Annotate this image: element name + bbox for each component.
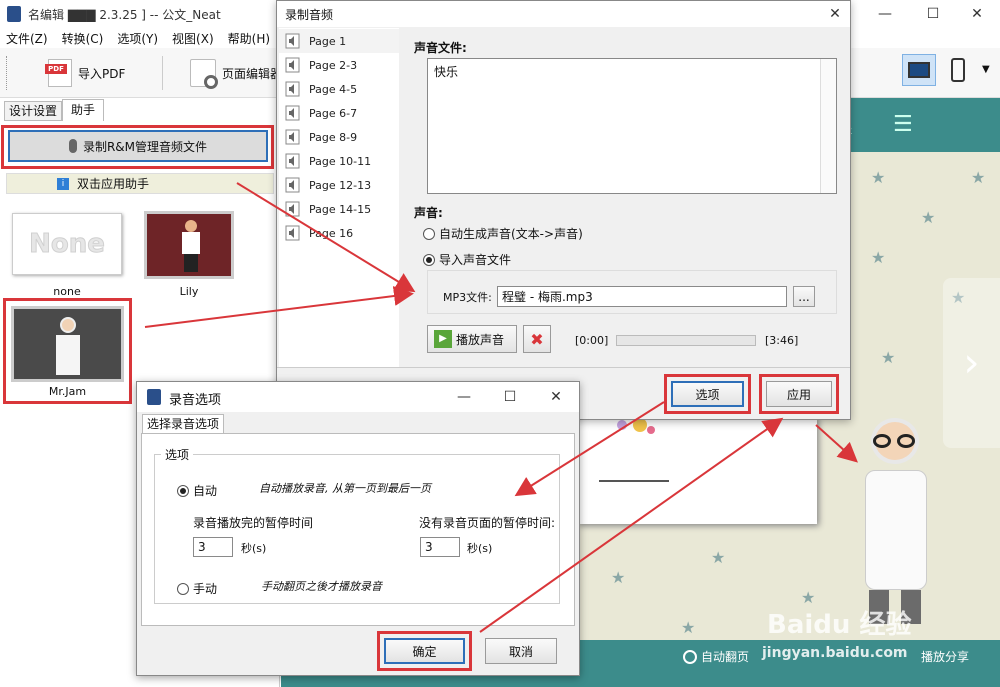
arrow-mrjam-to-dialog [144,286,414,328]
arrow-options-to-rec [514,401,665,497]
arrow-record-to-dialog [236,182,416,293]
arrow-ok-to-apply [479,417,784,633]
annotation-arrows [144,182,858,633]
arrow-apply-to-character [815,424,858,463]
